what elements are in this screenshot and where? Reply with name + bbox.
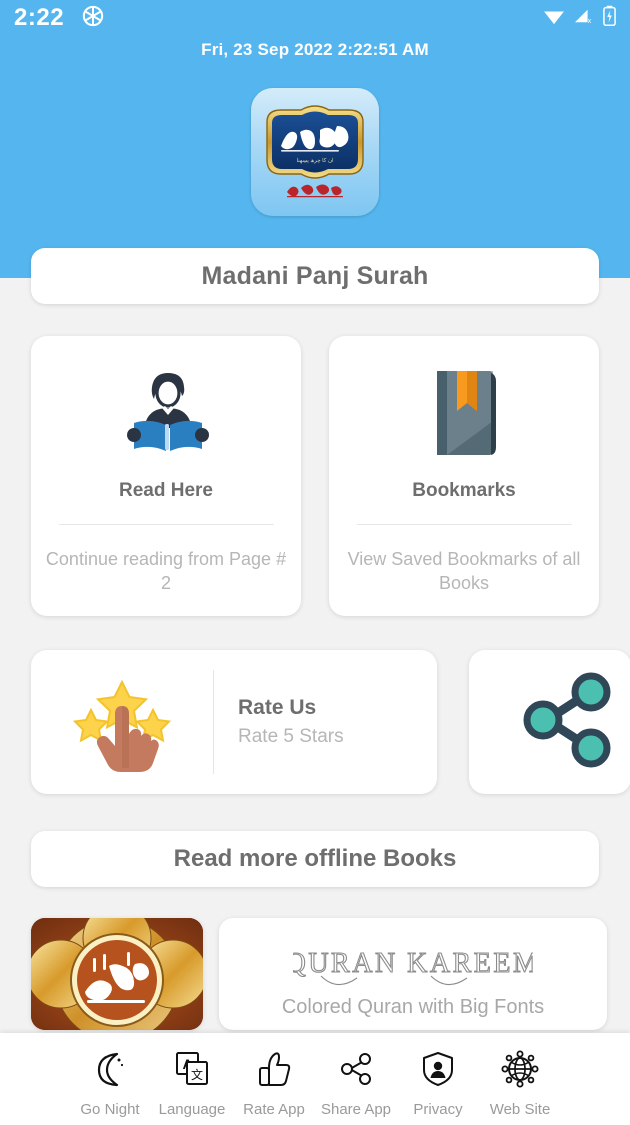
svg-text:ان کا چرھ پڛھنا: ان کا چرھ پڛھنا xyxy=(296,157,334,164)
nav-item-privacy[interactable]: Privacy xyxy=(400,1045,476,1118)
translate-icon: A 文 xyxy=(173,1045,211,1093)
read-more-offline-books-button[interactable]: Read more offline Books xyxy=(31,831,599,887)
thumbs-up-icon xyxy=(255,1045,293,1093)
shield-person-icon xyxy=(419,1045,457,1093)
read-here-subtitle: Continue reading from Page # 2 xyxy=(45,549,287,594)
card-divider xyxy=(356,524,572,525)
camera-aperture-icon xyxy=(82,5,104,32)
bookmarks-title: Bookmarks xyxy=(412,480,516,501)
quran-kareem-title: QURAN KAREEM xyxy=(293,948,533,979)
quran-kareem-subtitle: Colored Quran with Big Fonts xyxy=(281,996,545,1018)
rate-us-title: Rate Us xyxy=(238,696,317,719)
person-reading-book-icon xyxy=(118,358,214,468)
read-more-label: Read more offline Books xyxy=(173,845,457,872)
status-bar-time: 2:22 xyxy=(14,4,65,31)
book-strip: QURAN KAREEM Colored Quran with Big Font… xyxy=(31,918,630,1030)
bookmarks-card[interactable]: Bookmarks View Saved Bookmarks of all Bo… xyxy=(329,336,599,616)
nav-item-language[interactable]: A 文 Language xyxy=(154,1045,230,1118)
read-here-card[interactable]: Read Here Continue reading from Page # 2 xyxy=(31,336,301,616)
status-bar-indicators: x xyxy=(543,5,616,31)
feature-card-row: Read Here Continue reading from Page # 2… xyxy=(31,336,599,616)
svg-text:x: x xyxy=(588,16,592,25)
page-title: Madani Panj Surah xyxy=(201,261,429,290)
status-bar: 2:22 x xyxy=(0,0,630,36)
nav-label: Language xyxy=(158,1100,226,1118)
share-nodes-icon xyxy=(513,668,617,777)
battery-charging-icon xyxy=(603,5,616,31)
bottom-navigation-bar: Go Night A 文 Language Rate App xyxy=(0,1033,630,1125)
bookmarks-subtitle: View Saved Bookmarks of all Books xyxy=(347,549,581,594)
share-app-card[interactable] xyxy=(469,650,630,794)
read-here-title: Read Here xyxy=(119,480,213,501)
hand-tapping-stars-icon xyxy=(31,670,213,774)
cellular-no-service-icon: x xyxy=(574,7,594,30)
card-divider xyxy=(58,524,274,525)
nav-item-rate-app[interactable]: Rate App xyxy=(236,1045,312,1118)
nav-label: Go Night xyxy=(80,1100,140,1118)
app-title-card: Madani Panj Surah xyxy=(31,248,599,304)
nav-label: Web Site xyxy=(489,1100,551,1118)
globe-network-icon xyxy=(501,1045,539,1093)
action-card-row: Rate Us Rate 5 Stars xyxy=(31,650,630,794)
wifi-icon xyxy=(543,7,565,30)
quran-ornate-cover-thumbnail[interactable] xyxy=(31,918,203,1030)
nav-label: Share App xyxy=(320,1100,392,1118)
header-datetime: Fri, 23 Sep 2022 2:22:51 AM xyxy=(201,40,429,59)
rate-us-subtitle: Rate 5 Stars xyxy=(238,726,344,747)
rate-us-card[interactable]: Rate Us Rate 5 Stars xyxy=(31,650,437,794)
nav-label: Rate App xyxy=(243,1100,305,1118)
nav-item-share-app[interactable]: Share App xyxy=(318,1045,394,1118)
rate-us-text: Rate Us Rate 5 Stars xyxy=(214,696,344,748)
svg-text:文: 文 xyxy=(191,1067,203,1082)
quran-kareem-card[interactable]: QURAN KAREEM Colored Quran with Big Font… xyxy=(219,918,607,1030)
share-icon xyxy=(337,1045,375,1093)
nav-label: Privacy xyxy=(413,1100,463,1118)
app-logo: ان کا چرھ پڛھنا xyxy=(251,88,379,216)
bookmarked-book-icon xyxy=(421,358,507,468)
nav-item-web-site[interactable]: Web Site xyxy=(482,1045,558,1118)
crescent-moon-icon xyxy=(91,1045,129,1093)
quran-kareem-wordmark: QURAN KAREEM xyxy=(293,947,533,986)
nav-item-go-night[interactable]: Go Night xyxy=(72,1045,148,1118)
